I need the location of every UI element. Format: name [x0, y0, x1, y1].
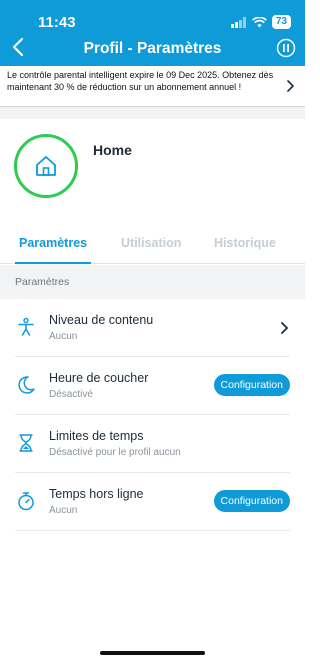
active-tab-indicator — [15, 262, 91, 264]
chevron-right-icon — [287, 80, 295, 92]
page-title: Profil - Paramètres — [83, 40, 222, 57]
chevron-right-icon — [281, 322, 289, 334]
tab-parametres[interactable]: Paramètres — [19, 236, 87, 250]
section-label: Paramètres — [15, 276, 70, 288]
row-title: Temps hors ligne — [49, 487, 144, 501]
signal-icon — [230, 16, 246, 28]
row-subtitle: Aucun — [49, 331, 78, 342]
row-subtitle: Aucun — [49, 505, 78, 516]
spacer — [0, 107, 305, 119]
section-header: Paramètres — [0, 265, 305, 299]
avatar[interactable] — [14, 134, 78, 198]
tab-bar: Paramètres Utilisation Historique — [0, 228, 305, 264]
hourglass-icon — [19, 434, 33, 452]
home-icon — [36, 156, 56, 176]
profile-name: Home — [93, 142, 132, 158]
configuration-button[interactable]: Configuration — [213, 374, 290, 396]
row-subtitle: Désactivé pour le profil aucun — [49, 447, 181, 458]
configuration-button[interactable]: Configuration — [213, 490, 290, 512]
row-title: Limites de temps — [49, 429, 144, 443]
row-subtitle: Désactivé — [49, 389, 93, 400]
row-title: Heure de coucher — [49, 371, 149, 385]
setting-row-time-limits[interactable]: Limites de temps Désactivé pour le profi… — [0, 415, 305, 473]
pause-icon[interactable] — [276, 38, 296, 58]
wifi-icon — [251, 16, 267, 27]
row-title: Niveau de contenu — [49, 313, 154, 327]
moon-icon — [18, 376, 35, 394]
accessibility-person-icon — [18, 317, 34, 336]
subscription-banner[interactable]: Le contrôle parental intelligent expire … — [0, 66, 305, 107]
setting-row-offline-time[interactable]: Temps hors ligne Aucun Configuration — [0, 473, 305, 531]
setting-row-content-level[interactable]: Niveau de contenu Aucun — [0, 299, 305, 357]
app-header: 11:43 73 Profil - Paramètres — [0, 0, 305, 66]
divider — [15, 530, 290, 531]
home-indicator — [100, 651, 205, 655]
stopwatch-icon — [18, 492, 34, 511]
profile-card: Home — [0, 119, 305, 219]
battery-indicator: 73 — [271, 15, 291, 29]
tab-historique[interactable]: Historique — [214, 236, 276, 250]
status-icons: 73 — [230, 15, 291, 29]
tab-utilisation[interactable]: Utilisation — [121, 236, 181, 250]
status-time: 11:43 — [38, 14, 76, 31]
setting-row-bedtime[interactable]: Heure de coucher Désactivé Configuration — [0, 357, 305, 415]
banner-text: Le contrôle parental intelligent expire … — [7, 70, 274, 92]
